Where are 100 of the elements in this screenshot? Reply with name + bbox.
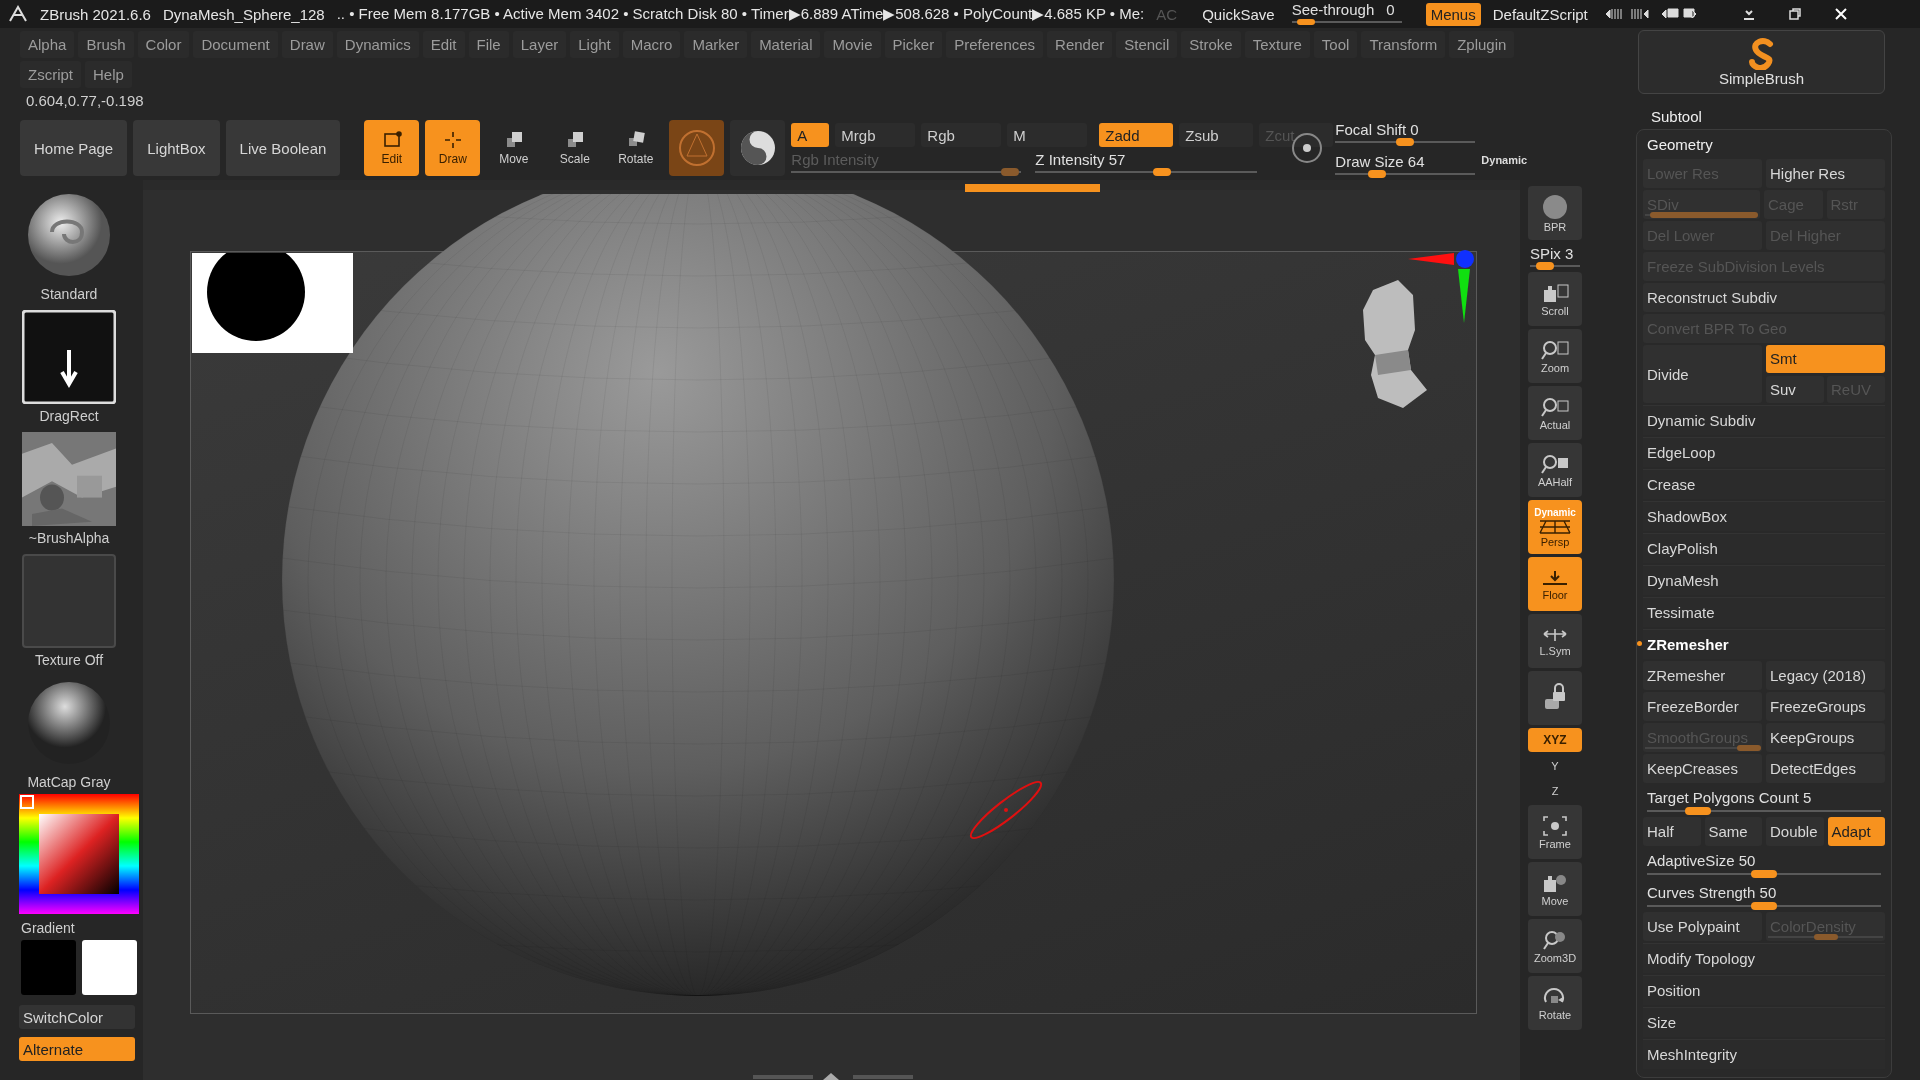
geometry-button[interactable]: Higher Res [1766,159,1885,188]
menu-item[interactable]: Zscript [20,61,81,88]
z-intensity-thumb[interactable] [1152,168,1171,176]
main-color-swatch[interactable] [21,940,76,995]
panel-toggle-icon[interactable] [753,1072,913,1080]
geometry-title[interactable]: Geometry [1643,134,1885,157]
menu-item[interactable]: Draw [281,31,333,58]
geometry-button[interactable]: Reconstruct Subdiv [1643,283,1885,312]
rotate-axis-button[interactable]: Z [1528,780,1582,802]
shelf-button[interactable]: Scroll [1528,272,1582,326]
draw-size-thumb[interactable] [1368,170,1387,178]
material-button[interactable] [669,120,725,176]
brush-button[interactable]: SimpleBrush [1638,30,1885,94]
see-through-thumb[interactable] [1297,19,1316,25]
menu-item[interactable]: Color [137,31,190,58]
geometry-button[interactable]: Suv [1766,375,1824,403]
slider-thumb[interactable] [1685,806,1712,815]
shelf-button[interactable] [1528,671,1582,725]
shelf-button[interactable]: Zoom3D [1528,919,1582,973]
menu-item[interactable]: Layer [512,31,567,58]
shelf-button[interactable]: Frame [1528,805,1582,859]
alternate-button[interactable]: Alternate [19,1037,135,1061]
slider-thumb[interactable] [1751,869,1777,878]
menu-item[interactable]: Render [1047,31,1113,58]
color-picker[interactable] [19,794,139,914]
minimize-icon[interactable] [1741,7,1756,21]
subtool-header[interactable]: Subtool [1636,94,1914,129]
mode-button[interactable]: Rotate [608,120,664,176]
geometry-button[interactable]: ZRemesher [1643,661,1762,690]
nav-button[interactable]: Home Page [20,120,128,176]
menu-item[interactable]: Stroke [1181,31,1241,58]
geometry-button[interactable]: Double [1766,817,1824,846]
menu-item[interactable]: Brush [78,31,134,58]
color-button[interactable] [730,120,786,176]
menu-item[interactable]: Marker [684,31,748,58]
geometry-button[interactable]: Adapt [1827,817,1885,846]
mode-button[interactable]: Draw [425,120,481,176]
alpha-thumbnail[interactable] [22,432,116,526]
geometry-button[interactable]: FreezeBorder [1643,692,1762,721]
script-name[interactable]: DefaultZScript [1492,5,1588,23]
menu-item[interactable]: Transform [1361,31,1446,58]
stroke-thumbnail[interactable] [22,310,116,404]
menu-item[interactable]: File [468,31,509,58]
shelf-button[interactable]: Rotate [1528,976,1582,1030]
menu-item[interactable]: Movie [824,31,881,58]
spix-thumb[interactable] [1536,262,1554,270]
mode-button[interactable]: Edit [364,120,420,176]
depth-button[interactable]: Zadd [1099,123,1174,147]
geometry-button[interactable]: Legacy (2018) [1766,661,1885,690]
mode-button[interactable]: Move [486,120,542,176]
channel-button[interactable]: Mrgb [835,123,916,147]
geometry-button[interactable]: KeepGroups [1766,723,1885,752]
shelf-button[interactable]: Actual [1528,386,1582,440]
slider-thumb[interactable] [1751,901,1777,910]
restore-icon[interactable] [1787,7,1802,21]
menu-item[interactable]: Preferences [946,31,1044,58]
shelf-button[interactable]: Dynamic Persp [1528,500,1582,554]
secondary-color-swatch[interactable] [82,940,137,995]
menu-item[interactable]: Stencil [1116,31,1178,58]
channel-button[interactable]: Rgb [921,123,1002,147]
shelf-button[interactable]: BPR [1528,186,1582,240]
menu-item[interactable]: Edit [422,31,465,58]
shelf-button[interactable]: L.Sym [1528,614,1582,668]
menu-item[interactable]: Zplugin [1449,31,1515,58]
geometry-button[interactable]: Divide [1643,345,1762,403]
geometry-button[interactable]: Half [1643,817,1701,846]
shelf-button[interactable]: Move [1528,862,1582,916]
menu-item[interactable]: Texture [1244,31,1310,58]
shelf-button[interactable]: Zoom [1528,329,1582,383]
menu-item[interactable]: Alpha [20,31,75,58]
texture-thumbnail[interactable] [22,554,116,648]
menu-item[interactable]: Tool [1313,31,1358,58]
menu-item[interactable]: Light [570,31,619,58]
shelf-button[interactable]: Floor [1528,557,1582,611]
geometry-button[interactable]: Same [1704,817,1762,846]
menus-button[interactable]: Menus [1425,2,1481,26]
quicksave-button[interactable]: QuickSave [1197,2,1280,26]
depth-button[interactable]: Zsub [1179,123,1254,147]
geometry-button[interactable]: Use Polypaint [1643,912,1762,941]
menu-item[interactable]: Material [751,31,821,58]
geometry-button[interactable]: Smt [1766,345,1885,373]
dynamic-label[interactable]: Dynamic [1481,154,1528,166]
menu-item[interactable]: Document [193,31,278,58]
menu-item[interactable]: Help [85,61,132,88]
channel-button[interactable]: M [1007,123,1088,147]
switch-color-button[interactable]: SwitchColor [19,1005,135,1029]
menu-item[interactable]: Picker [884,31,943,58]
channel-button[interactable]: A [791,123,830,147]
nav-button[interactable]: LightBox [133,120,220,176]
close-icon[interactable] [1833,7,1848,21]
nav-button[interactable]: Live Boolean [225,120,341,176]
geometry-button[interactable]: FreezeGroups [1766,692,1885,721]
menu-item[interactable]: Dynamics [336,31,419,58]
rotate-axis-button[interactable]: Y [1528,755,1582,777]
mode-button[interactable]: Scale [547,120,603,176]
menu-item[interactable]: Macro [622,31,681,58]
focal-shift-thumb[interactable] [1396,138,1415,146]
xyz-button[interactable]: XYZ [1528,728,1582,752]
geometry-button[interactable]: DetectEdges [1766,754,1885,783]
shelf-button[interactable]: AAHalf [1528,443,1582,497]
